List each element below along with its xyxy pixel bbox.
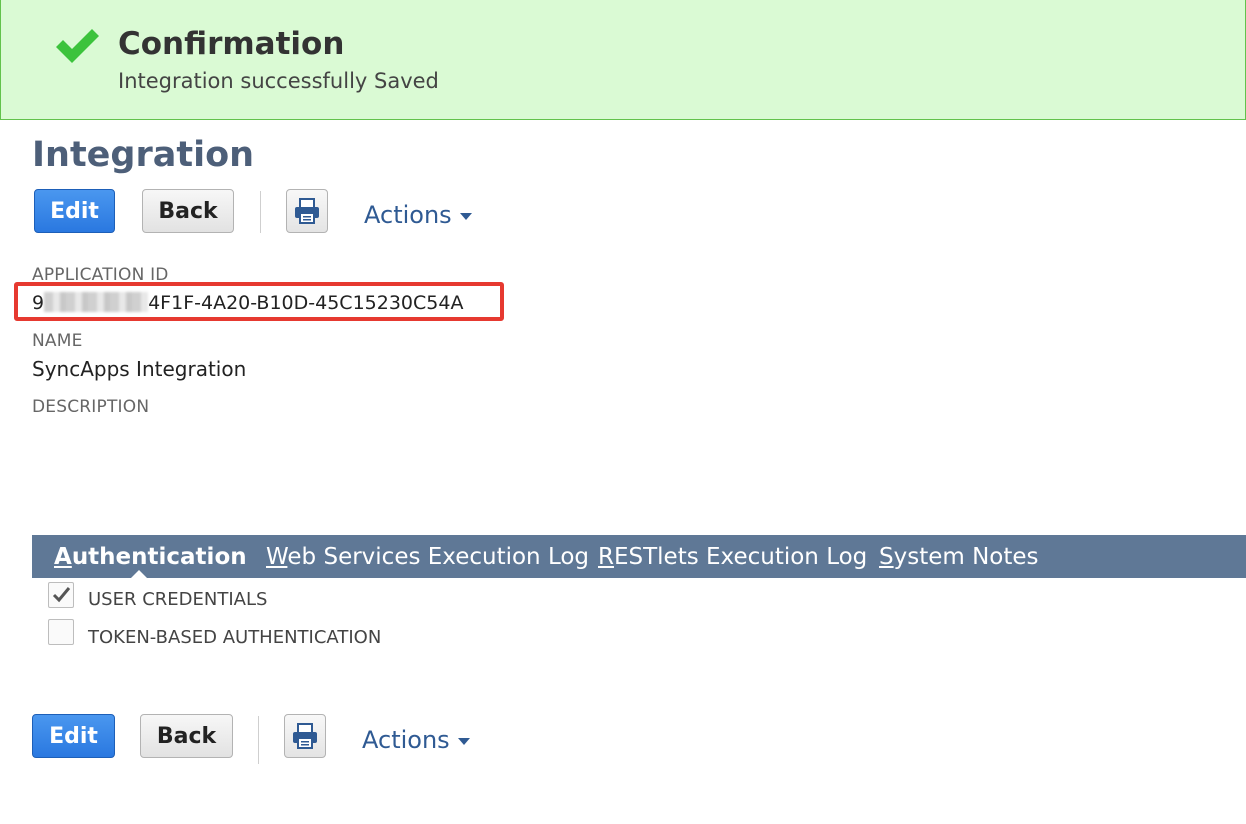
name-value: SyncApps Integration — [32, 357, 247, 381]
application-id-value: 9 4F1F-4A20-B10D-45C15230C54A — [32, 292, 463, 314]
confirmation-title: Confirmation — [118, 26, 345, 62]
token-based-authentication-checkbox[interactable] — [48, 619, 74, 645]
back-button-bottom[interactable]: Back — [140, 714, 233, 758]
checkmark-icon — [52, 587, 71, 603]
tab-web-services-key: W — [266, 544, 288, 570]
actions-label: Actions — [364, 201, 452, 229]
edit-button-bottom[interactable]: Edit — [32, 714, 115, 758]
tab-system-notes-key: S — [879, 544, 894, 570]
print-button[interactable] — [286, 189, 328, 233]
tab-restlets-execution-log[interactable]: RESTlets Execution Log — [598, 544, 867, 570]
tab-authentication-key: A — [54, 544, 72, 570]
tab-web-services-label: eb Services Execution Log — [287, 544, 590, 570]
user-credentials-checkbox[interactable] — [48, 582, 74, 608]
redacted-segment — [44, 292, 149, 312]
edit-button[interactable]: Edit — [34, 189, 115, 233]
check-icon — [56, 29, 99, 63]
bottom-toolbar: Edit Back Actions — [32, 714, 632, 764]
actions-label: Actions — [362, 726, 450, 754]
actions-menu-bottom[interactable]: Actions — [362, 726, 470, 754]
tab-system-notes-label: ystem Notes — [893, 544, 1039, 570]
active-tab-indicator — [130, 570, 148, 579]
user-credentials-label: USER CREDENTIALS — [88, 589, 268, 610]
confirmation-banner: Confirmation Integration successfully Sa… — [0, 0, 1246, 120]
tab-system-notes[interactable]: System Notes — [879, 544, 1039, 570]
caret-down-icon — [459, 213, 472, 220]
print-icon — [295, 198, 319, 224]
toolbar-divider — [260, 191, 261, 233]
tab-web-services-execution-log[interactable]: Web Services Execution Log — [266, 544, 589, 570]
name-label: NAME — [32, 331, 83, 351]
toolbar-divider-bottom — [258, 716, 259, 764]
application-id-suffix: 4F1F-4A20-B10D-45C15230C54A — [148, 292, 464, 314]
actions-menu[interactable]: Actions — [364, 201, 472, 229]
print-button-bottom[interactable] — [284, 714, 326, 758]
tab-authentication-label: uthentication — [71, 544, 247, 570]
caret-down-icon — [457, 738, 470, 745]
page-title: Integration — [32, 135, 255, 175]
tab-authentication[interactable]: Authentication — [54, 544, 247, 570]
token-based-authentication-label: TOKEN-BASED AUTHENTICATION — [88, 627, 382, 648]
description-label: DESCRIPTION — [32, 397, 150, 417]
top-toolbar: Edit Back Actions — [32, 189, 632, 237]
application-id-prefix: 9 — [32, 292, 45, 314]
subtab-bar: Authentication Web Services Execution Lo… — [32, 535, 1246, 579]
print-icon — [293, 723, 317, 749]
tab-restlets-label: ESTlets Execution Log — [613, 544, 868, 570]
confirmation-message: Integration successfully Saved — [118, 69, 439, 93]
tab-restlets-key: R — [598, 544, 614, 570]
back-button[interactable]: Back — [142, 189, 234, 233]
